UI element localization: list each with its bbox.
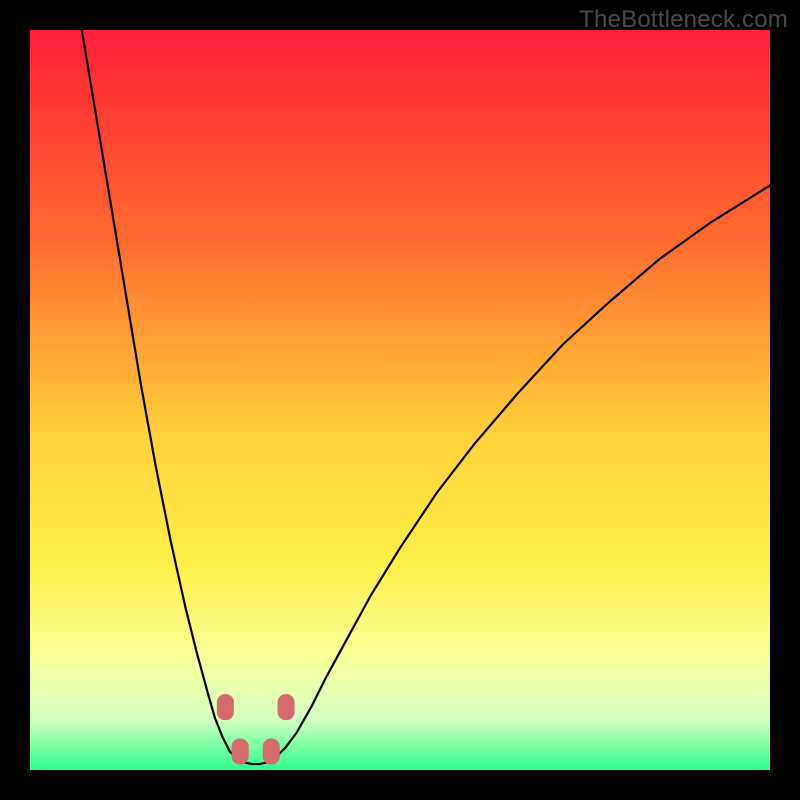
- gradient-background: [30, 30, 770, 770]
- marker-point: [232, 739, 249, 765]
- marker-point: [278, 694, 295, 720]
- plot-svg: [30, 30, 770, 770]
- figure-frame: TheBottleneck.com: [0, 0, 800, 800]
- marker-point: [263, 739, 280, 765]
- plot-area: [30, 30, 770, 770]
- marker-point: [217, 694, 234, 720]
